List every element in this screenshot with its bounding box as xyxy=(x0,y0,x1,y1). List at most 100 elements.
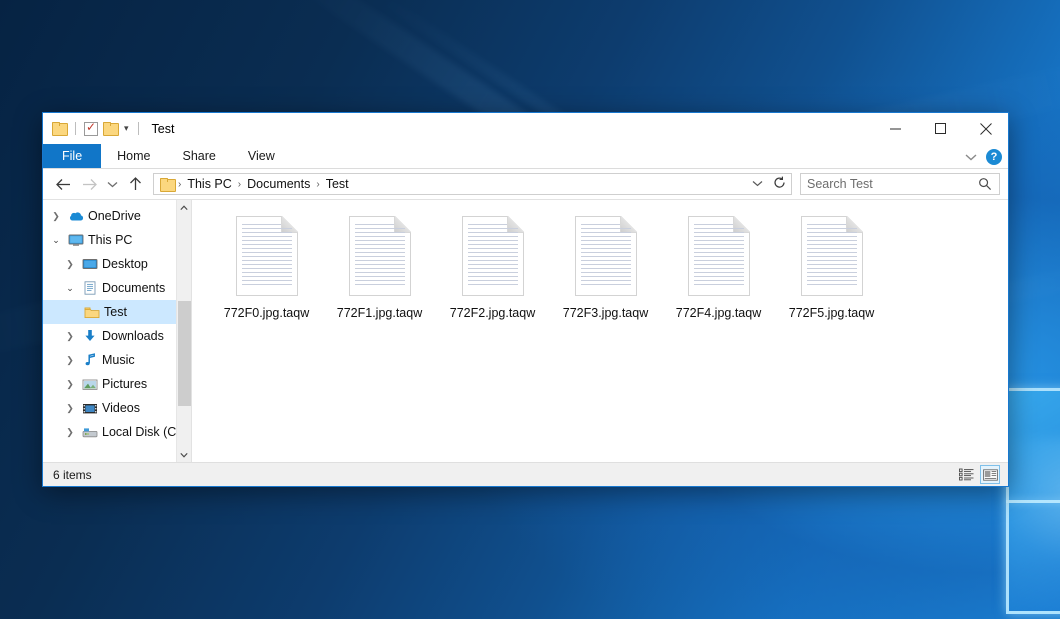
view-mode-buttons[interactable] xyxy=(956,465,1000,484)
maximize-button[interactable] xyxy=(918,113,963,144)
desktop-icon xyxy=(81,258,98,271)
file-item[interactable]: 772F2.jpg.taqw xyxy=(436,214,549,332)
sidebar-item-music[interactable]: ❯ Music xyxy=(43,348,191,372)
breadcrumb-separator: › xyxy=(237,179,242,190)
file-name: 772F5.jpg.taqw xyxy=(789,306,874,320)
scrollbar-track[interactable] xyxy=(177,215,192,447)
chevron-down-icon[interactable]: ▾ xyxy=(123,124,130,133)
ribbon-tab-bar: File Home Share View ? xyxy=(43,144,1008,169)
search-icon[interactable] xyxy=(978,177,992,196)
search-input[interactable]: Search Test xyxy=(807,177,873,191)
sidebar-item-label: Videos xyxy=(102,401,140,415)
breadcrumb-item-test[interactable]: Test xyxy=(322,177,353,191)
breadcrumb-item-this-pc[interactable]: This PC xyxy=(183,177,235,191)
sidebar-item-onedrive[interactable]: ❯ OneDrive xyxy=(43,204,191,228)
tab-view[interactable]: View xyxy=(232,144,291,168)
this-pc-icon xyxy=(67,234,84,247)
chevron-right-icon[interactable]: ❯ xyxy=(63,355,77,366)
chevron-down-icon[interactable]: ⌄ xyxy=(63,283,77,294)
documents-icon xyxy=(81,281,98,295)
document-lines xyxy=(581,224,631,288)
file-name: 772F3.jpg.taqw xyxy=(563,306,648,320)
scroll-up-icon[interactable] xyxy=(177,200,192,215)
search-box[interactable]: Search Test xyxy=(800,173,1000,195)
document-icon xyxy=(688,216,750,296)
chevron-right-icon[interactable]: ❯ xyxy=(63,331,77,342)
chevron-right-icon[interactable]: ❯ xyxy=(63,259,77,270)
folder-icon[interactable] xyxy=(52,122,67,135)
sidebar-item-pictures[interactable]: ❯ Pictures xyxy=(43,372,191,396)
sidebar-item-test[interactable]: Test xyxy=(43,300,191,324)
tab-home[interactable]: Home xyxy=(101,144,166,168)
chevron-right-icon[interactable]: ❯ xyxy=(63,379,77,390)
document-icon xyxy=(462,216,524,296)
sidebar-item-label: Pictures xyxy=(102,377,147,391)
new-folder-icon[interactable] xyxy=(103,122,118,135)
chevron-right-icon[interactable]: ❯ xyxy=(63,427,77,438)
document-icon xyxy=(236,216,298,296)
file-item[interactable]: 772F1.jpg.taqw xyxy=(323,214,436,332)
sidebar-item-downloads[interactable]: ❯ Downloads xyxy=(43,324,191,348)
file-item[interactable]: 772F5.jpg.taqw xyxy=(775,214,888,332)
sidebar-item-label: OneDrive xyxy=(88,209,141,223)
toolbar-divider xyxy=(75,122,76,135)
pictures-icon xyxy=(81,378,98,391)
address-bar-buttons xyxy=(749,174,789,194)
file-list-pane[interactable]: 772F0.jpg.taqw 772F1.jpg.taqw xyxy=(191,200,1008,462)
title-bar[interactable]: ▾ Test xyxy=(43,113,1008,144)
forward-button[interactable] xyxy=(77,172,101,196)
chevron-down-icon[interactable] xyxy=(965,148,977,166)
file-item[interactable]: 772F3.jpg.taqw xyxy=(549,214,662,332)
status-bar: 6 items xyxy=(43,462,1008,486)
window-controls[interactable] xyxy=(873,113,1008,144)
breadcrumb-separator: › xyxy=(315,179,320,190)
windows-logo-wallpaper xyxy=(1000,388,1060,619)
chevron-down-icon[interactable] xyxy=(749,179,766,190)
music-icon xyxy=(81,353,98,367)
document-icon xyxy=(575,216,637,296)
sidebar-item-label: Desktop xyxy=(102,257,148,271)
tab-share[interactable]: Share xyxy=(167,144,232,168)
refresh-icon[interactable] xyxy=(770,176,789,192)
back-button[interactable] xyxy=(51,172,75,196)
sidebar-item-label: Local Disk (C:) xyxy=(102,425,184,439)
ribbon-right-controls: ? xyxy=(965,144,1002,169)
breadcrumb: › This PC › Documents › Test xyxy=(177,177,353,191)
sidebar-item-this-pc[interactable]: ⌄ This PC xyxy=(43,228,191,252)
quick-access-toolbar[interactable]: ▾ xyxy=(43,122,142,136)
item-count-label: 6 items xyxy=(53,468,92,482)
sidebar-item-label: Documents xyxy=(102,281,165,295)
help-icon[interactable]: ? xyxy=(986,149,1002,165)
breadcrumb-item-documents[interactable]: Documents xyxy=(243,177,314,191)
sidebar-item-desktop[interactable]: ❯ Desktop xyxy=(43,252,191,276)
properties-icon[interactable] xyxy=(84,122,98,136)
chevron-right-icon[interactable]: ❯ xyxy=(49,211,63,222)
folder-icon xyxy=(83,306,100,319)
sidebar-scrollbar[interactable] xyxy=(176,200,191,462)
breadcrumb-bar[interactable]: › This PC › Documents › Test xyxy=(153,173,792,195)
breadcrumb-separator: › xyxy=(177,179,182,190)
tab-file[interactable]: File xyxy=(43,144,101,168)
minimize-button[interactable] xyxy=(873,113,918,144)
up-button[interactable] xyxy=(123,172,147,196)
document-lines xyxy=(355,224,405,288)
document-lines xyxy=(807,224,857,288)
sidebar-item-videos[interactable]: ❯ Videos xyxy=(43,396,191,420)
sidebar-item-documents[interactable]: ⌄ Documents xyxy=(43,276,191,300)
window-title: Test xyxy=(152,122,175,136)
chevron-down-icon[interactable]: ⌄ xyxy=(49,235,63,246)
file-item[interactable]: 772F4.jpg.taqw xyxy=(662,214,775,332)
downloads-icon xyxy=(81,329,98,343)
scroll-down-icon[interactable] xyxy=(177,447,192,462)
details-view-button[interactable] xyxy=(956,465,976,484)
file-name: 772F4.jpg.taqw xyxy=(676,306,761,320)
close-button[interactable] xyxy=(963,113,1008,144)
recent-locations-button[interactable] xyxy=(103,172,121,196)
chevron-right-icon[interactable]: ❯ xyxy=(63,403,77,414)
window-body: ❯ OneDrive ⌄ This PC ❯ Desktop xyxy=(43,199,1008,462)
file-item[interactable]: 772F0.jpg.taqw xyxy=(210,214,323,332)
local-disk-icon xyxy=(81,426,98,439)
large-icons-view-button[interactable] xyxy=(980,465,1000,484)
scrollbar-thumb[interactable] xyxy=(178,301,191,406)
sidebar-item-local-disk-c[interactable]: ❯ Local Disk (C:) xyxy=(43,420,191,444)
